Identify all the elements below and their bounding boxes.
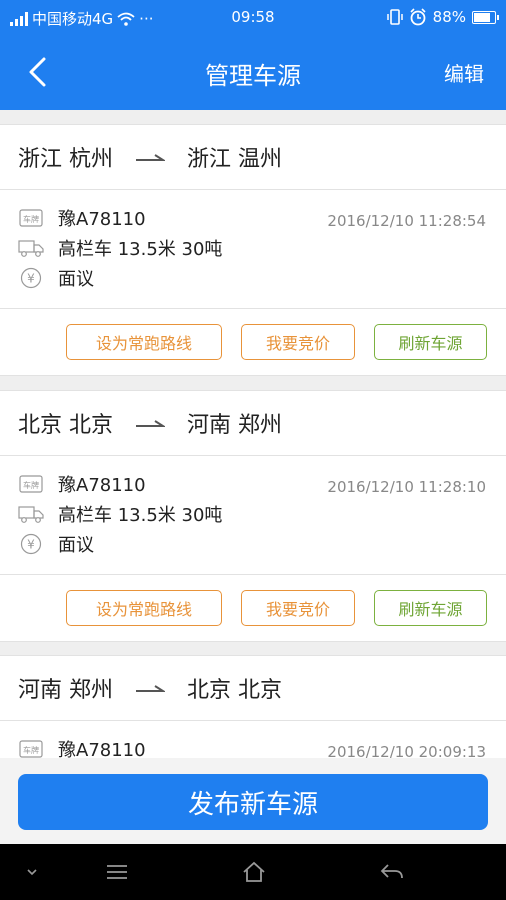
route-arrow-icon [125,152,175,162]
yuan-icon-text: ¥ [27,538,35,552]
vehicle-spec: 高栏车 13.5米 30吨 [58,239,223,260]
route-destination: 浙江 温州 [187,147,282,172]
chevron-down-icon[interactable] [18,860,46,884]
plate-icon: 车牌 [18,207,44,229]
menu-icon[interactable] [103,860,131,884]
home-icon[interactable] [240,860,268,884]
status-bar: 中国移动4G ··· 09:58 88% [0,0,506,34]
vehicle-row: 高栏车 13.5米 30吨 [18,501,222,527]
post-time: 2016/12/10 11:28:54 [327,212,486,230]
plate-number: 豫A78110 [58,209,146,230]
route-origin: 浙江 杭州 [18,147,113,172]
publish-bar: 发布新车源 [0,758,506,844]
route-origin: 河南 郑州 [18,678,113,703]
route-row: 河南 郑州 北京 北京 [0,656,506,721]
route-row: 北京 北京 河南 郑州 [0,391,506,456]
status-right: 88% [386,8,499,26]
plate-row: 车牌 豫A78110 [18,205,146,231]
route-arrow-icon [125,418,175,428]
vibrate-icon [386,9,403,25]
yuan-icon: ¥ [18,533,44,555]
edit-button[interactable]: 编辑 [444,58,484,87]
plate-icon-text: 车牌 [23,214,39,224]
page-title: 管理车源 [205,62,301,90]
price-text: 面议 [58,269,94,290]
plate-icon-text: 车牌 [23,480,39,490]
route-arrow-icon [125,683,175,693]
plate-number: 豫A78110 [58,475,146,496]
battery-icon [472,10,499,24]
bid-button[interactable]: 我要竞价 [241,590,355,626]
vehicle-row: 高栏车 13.5米 30吨 [18,235,222,261]
vehicle-card: 北京 北京 河南 郑州 车牌 豫A78110 高栏车 13.5米 30吨 ¥ 面… [0,390,506,642]
vehicle-info: 车牌 豫A78110 高栏车 13.5米 30吨 ¥ 面议 2016/12/10… [0,190,506,309]
route-row: 浙江 杭州 浙江 温州 [0,125,506,190]
set-regular-route-button[interactable]: 设为常跑路线 [66,324,222,360]
refresh-button[interactable]: 刷新车源 [374,590,487,626]
system-nav-bar [0,844,506,900]
plate-icon: 车牌 [18,473,44,495]
vehicle-info: 车牌 豫A78110 高栏车 13.5米 30吨 ¥ 面议 2016/12/10… [0,456,506,575]
plate-row: 车牌 豫A78110 [18,471,146,497]
back-icon[interactable] [378,860,406,884]
bid-button[interactable]: 我要竞价 [241,324,355,360]
publish-new-vehicle-button[interactable]: 发布新车源 [18,774,488,830]
route-destination: 北京 北京 [187,678,282,703]
yuan-icon: ¥ [18,267,44,289]
alarm-icon [410,8,426,26]
truck-icon [18,237,44,259]
battery-percent: 88% [432,8,466,26]
plate-icon-text: 车牌 [23,745,39,755]
price-row: ¥ 面议 [18,531,94,557]
refresh-button[interactable]: 刷新车源 [374,324,487,360]
plate-icon: 车牌 [18,738,44,760]
app-header: 管理车源 编辑 [0,34,506,110]
route-destination: 河南 郑州 [187,413,282,438]
card-actions: 设为常跑路线 我要竞价 刷新车源 [0,575,506,641]
yuan-icon-text: ¥ [27,272,35,286]
truck-icon [18,503,44,525]
card-actions: 设为常跑路线 我要竞价 刷新车源 [0,309,506,375]
post-time: 2016/12/10 11:28:10 [327,478,486,496]
vehicle-card: 浙江 杭州 浙江 温州 车牌 豫A78110 高栏车 13.5米 30吨 ¥ 面… [0,124,506,376]
price-row: ¥ 面议 [18,265,94,291]
set-regular-route-button[interactable]: 设为常跑路线 [66,590,222,626]
vehicle-spec: 高栏车 13.5米 30吨 [58,505,223,526]
route-origin: 北京 北京 [18,413,113,438]
price-text: 面议 [58,535,94,556]
